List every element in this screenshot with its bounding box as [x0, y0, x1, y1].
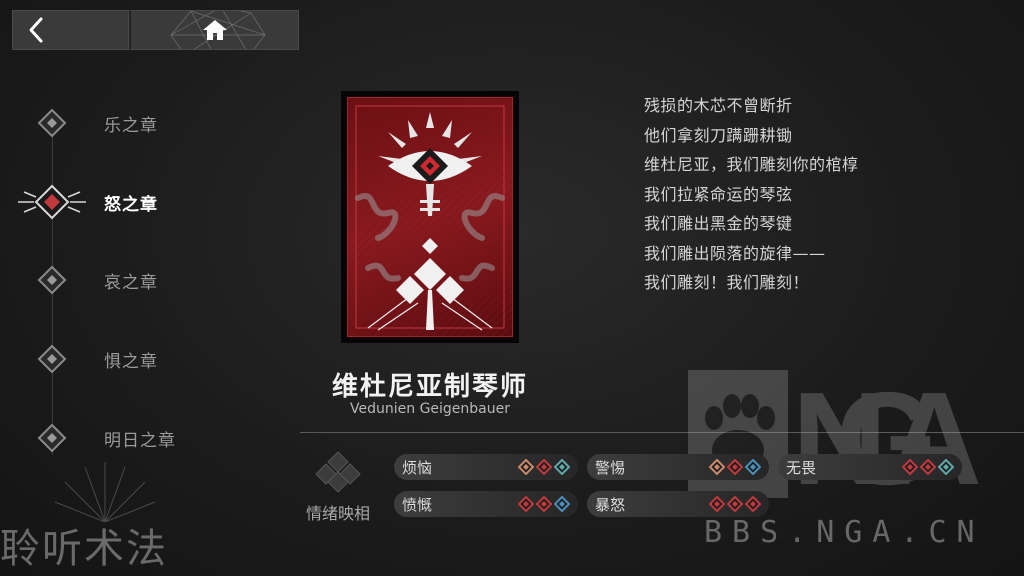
- chapter-label: 明日之章: [104, 430, 176, 451]
- emotion-diamond-icon: [554, 459, 570, 475]
- chapter-item-tomorrow[interactable]: 明日之章: [0, 418, 176, 458]
- emotion-diamond-icon: [536, 459, 552, 475]
- emotion-diamond-icon: [554, 496, 570, 512]
- emotion-diamonds: [518, 496, 570, 512]
- emotion-name: 愤慨: [402, 495, 433, 514]
- emotion-diamond-icon: [518, 459, 534, 475]
- eye-diamond-icon: [18, 184, 86, 220]
- emotion-diamond-icon: [518, 496, 534, 512]
- poem-line: 我们雕刻！我们雕刻！: [644, 273, 810, 292]
- emotion-name: 烦恼: [402, 458, 433, 477]
- emotion-name: 暴怒: [595, 495, 626, 514]
- poem-line: 我们拉紧命运的琴弦: [644, 184, 793, 204]
- crowned-eye-emblem-icon: [348, 98, 512, 336]
- chapter-label: 惧之章: [104, 351, 158, 372]
- sunburst-decoration-icon: [54, 462, 156, 522]
- poem-line: 我们雕出陨落的旋律——: [644, 243, 826, 263]
- emotion-diamond-icon: [938, 459, 954, 475]
- emotion-section-header: 情绪映相: [300, 450, 376, 524]
- diamond-marker-icon: [37, 108, 67, 138]
- chapter-marker: [0, 422, 104, 454]
- emotion-diamond-icon: [902, 459, 918, 475]
- emotion-diamond-icon: [745, 496, 761, 512]
- emotion-diamonds: [518, 459, 570, 475]
- chapter-marker-active: [0, 182, 104, 222]
- chapter-label: 乐之章: [104, 115, 158, 136]
- emotion-pill[interactable]: 烦恼: [394, 454, 578, 480]
- diamond-cluster-icon: [315, 451, 361, 493]
- chapter-marker: [0, 343, 104, 375]
- emotion-pill[interactable]: 警惕: [587, 454, 769, 480]
- chapter-item-sorrow[interactable]: 哀之章: [0, 260, 158, 300]
- chapter-item-fear[interactable]: 惧之章: [0, 339, 158, 379]
- nga-url-watermark: BBS.NGA.CN: [704, 515, 985, 550]
- chapter-label: 哀之章: [104, 272, 158, 293]
- poem-line: 我们雕出黑金的琴键: [644, 214, 793, 233]
- diamond-marker-icon: [37, 344, 67, 374]
- poem-line: 残损的木芯不曾断折: [644, 96, 793, 115]
- emotion-pill[interactable]: 无畏: [778, 454, 962, 480]
- top-bar: [12, 10, 299, 50]
- character-name-en: Vedunien Geigenbauer: [350, 401, 510, 417]
- character-name: 维杜尼亚制琴师: [331, 372, 528, 402]
- chevron-left-icon: [29, 17, 43, 43]
- chapter-marker: [0, 264, 104, 296]
- chapter-item-joy[interactable]: 乐之章: [0, 103, 158, 143]
- home-icon: [202, 20, 227, 40]
- emotion-diamond-icon: [727, 459, 743, 475]
- emotion-pill[interactable]: 暴怒: [587, 491, 769, 517]
- emotion-diamond-icon: [709, 496, 725, 512]
- chapter-item-anger[interactable]: 怒之章: [0, 182, 158, 222]
- chapter-marker: [0, 107, 104, 139]
- emotion-name: 无畏: [786, 458, 817, 477]
- emotion-section-label: 情绪映相: [305, 504, 370, 523]
- poem-text: 残损的木芯不曾断折 他们拿刻刀蹒跚耕锄 维杜尼亚，我们雕刻你的棺椁 我们拉紧命运…: [644, 96, 859, 303]
- emotion-diamond-icon: [920, 459, 936, 475]
- emotion-diamond-icon: [709, 459, 725, 475]
- poem-line: 他们拿刻刀蹒跚耕锄: [644, 125, 793, 145]
- back-button[interactable]: [12, 10, 129, 50]
- emotion-name: 警惕: [595, 458, 626, 477]
- diamond-marker-icon: [37, 265, 67, 295]
- chapter-label: 怒之章: [104, 194, 158, 215]
- emotion-diamonds: [709, 459, 761, 475]
- emotion-diamonds: [709, 496, 761, 512]
- card-art: [347, 97, 513, 337]
- poem-line: 维杜尼亚，我们雕刻你的棺椁: [644, 155, 859, 174]
- diamond-marker-icon: [37, 423, 67, 453]
- home-button[interactable]: [129, 10, 299, 50]
- emotion-pill[interactable]: 愤慨: [394, 491, 578, 517]
- emotion-diamond-icon: [727, 496, 743, 512]
- emotion-diamond-icon: [745, 459, 761, 475]
- emotion-diamond-icon: [536, 496, 552, 512]
- character-card[interactable]: [341, 91, 519, 343]
- emotion-diamonds: [902, 459, 954, 475]
- mode-title: 聆听术法: [0, 526, 168, 572]
